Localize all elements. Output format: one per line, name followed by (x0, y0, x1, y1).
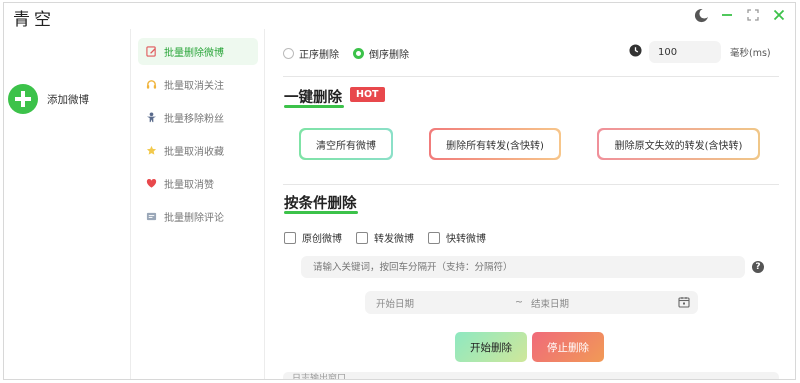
original-weibo-checkbox[interactable]: 原创微博 (284, 230, 342, 245)
radio-circle (283, 48, 294, 59)
checkbox-label: 快转微博 (446, 234, 486, 245)
star-icon (146, 145, 157, 156)
divider (283, 76, 779, 77)
function-menu: 批量删除微博 批量取消关注 批量移除粉丝 批量取消收藏 批量取消赞 批量删除评论 (131, 29, 265, 379)
comment-icon (146, 211, 157, 222)
button-label: 删除原文失效的转发(含快转) (599, 130, 758, 158)
main-content: 正序删除 倒序删除 毫秒(ms) 一键删除 HOT 清空所有微博 删除所有转发(… (266, 29, 795, 379)
button-label: 清空所有微博 (301, 130, 391, 158)
heart-icon (146, 178, 157, 189)
checkbox-label: 原创微博 (302, 234, 342, 245)
window-controls (693, 7, 787, 23)
stop-delete-button[interactable]: 停止删除 (532, 332, 604, 362)
person-icon (146, 112, 157, 123)
help-icon[interactable]: ? (752, 261, 764, 273)
keyword-input[interactable] (301, 256, 745, 278)
type-filters: 原创微博 转发微博 快转微博 (284, 230, 486, 245)
menu-item-unfavorite[interactable]: 批量取消收藏 (138, 137, 258, 164)
close-icon[interactable] (771, 7, 787, 23)
delete-invalid-reposts-button[interactable]: 删除原文失效的转发(含快转) (597, 128, 760, 160)
menu-item-remove-fans[interactable]: 批量移除粉丝 (138, 104, 258, 131)
moon-icon[interactable] (693, 7, 709, 23)
log-output: 日志输出窗口 (283, 372, 779, 379)
plus-icon (8, 84, 38, 114)
account-panel: 添加微博 (4, 29, 131, 379)
menu-item-label: 批量删除微博 (164, 48, 224, 59)
delay-input[interactable] (649, 41, 721, 63)
headset-icon (146, 79, 157, 90)
title-underline (284, 211, 358, 214)
radio-circle (353, 48, 364, 59)
hot-badge: HOT (350, 87, 385, 102)
radio-label: 倒序删除 (369, 50, 409, 61)
title-underline (284, 105, 344, 108)
checkbox-label: 转发微博 (374, 234, 414, 245)
app-title: 青空 (13, 10, 55, 30)
checkbox-box (356, 231, 368, 244)
clock-icon (629, 44, 642, 60)
order-asc-radio[interactable]: 正序删除 (283, 46, 339, 61)
menu-item-label: 批量取消关注 (164, 81, 224, 92)
date-separator: ~ (515, 297, 523, 308)
conditional-title: 按条件删除 (284, 196, 357, 212)
quick-repost-checkbox[interactable]: 快转微博 (428, 230, 486, 245)
add-weibo-label: 添加微博 (47, 93, 89, 106)
date-end[interactable]: 结束日期 (531, 296, 569, 310)
date-range-picker[interactable]: 开始日期 ~ 结束日期 (365, 291, 698, 314)
checkbox-box (284, 231, 296, 244)
delete-all-reposts-button[interactable]: 删除所有转发(含快转) (429, 128, 561, 160)
menu-item-unfollow[interactable]: 批量取消关注 (138, 71, 258, 98)
menu-item-label: 批量删除评论 (164, 213, 224, 224)
date-start[interactable]: 开始日期 (376, 296, 414, 310)
menu-item-label: 批量移除粉丝 (164, 114, 224, 125)
menu-item-delete-weibo[interactable]: 批量删除微博 (138, 38, 258, 65)
clear-all-weibo-button[interactable]: 清空所有微博 (299, 128, 393, 160)
delay-setting: 毫秒(ms) (629, 41, 771, 63)
title-bar: 青空 (4, 3, 795, 30)
add-weibo-button[interactable]: 添加微博 (8, 84, 89, 114)
menu-item-unlike[interactable]: 批量取消赞 (138, 170, 258, 197)
divider (283, 184, 779, 185)
menu-item-label: 批量取消赞 (164, 180, 214, 191)
maximize-icon[interactable] (745, 7, 761, 23)
button-label: 删除所有转发(含快转) (431, 130, 559, 158)
order-options: 正序删除 倒序删除 (283, 46, 409, 61)
app-window: 青空 添加微博 批量删除微博 批量取消关注 批量移除粉丝 批量取消收藏 批量取消… (3, 2, 796, 380)
repost-weibo-checkbox[interactable]: 转发微博 (356, 230, 414, 245)
radio-label: 正序删除 (299, 50, 339, 61)
start-delete-button[interactable]: 开始删除 (455, 332, 527, 362)
checkbox-box (428, 231, 440, 244)
one-click-title: 一键删除 (284, 90, 342, 106)
delay-unit: 毫秒(ms) (730, 48, 771, 59)
edit-icon (146, 46, 157, 57)
order-desc-radio[interactable]: 倒序删除 (353, 46, 409, 61)
menu-item-label: 批量取消收藏 (164, 147, 224, 158)
menu-item-delete-comments[interactable]: 批量删除评论 (138, 203, 258, 230)
calendar-icon[interactable] (678, 296, 690, 308)
minimize-icon[interactable] (719, 7, 735, 23)
